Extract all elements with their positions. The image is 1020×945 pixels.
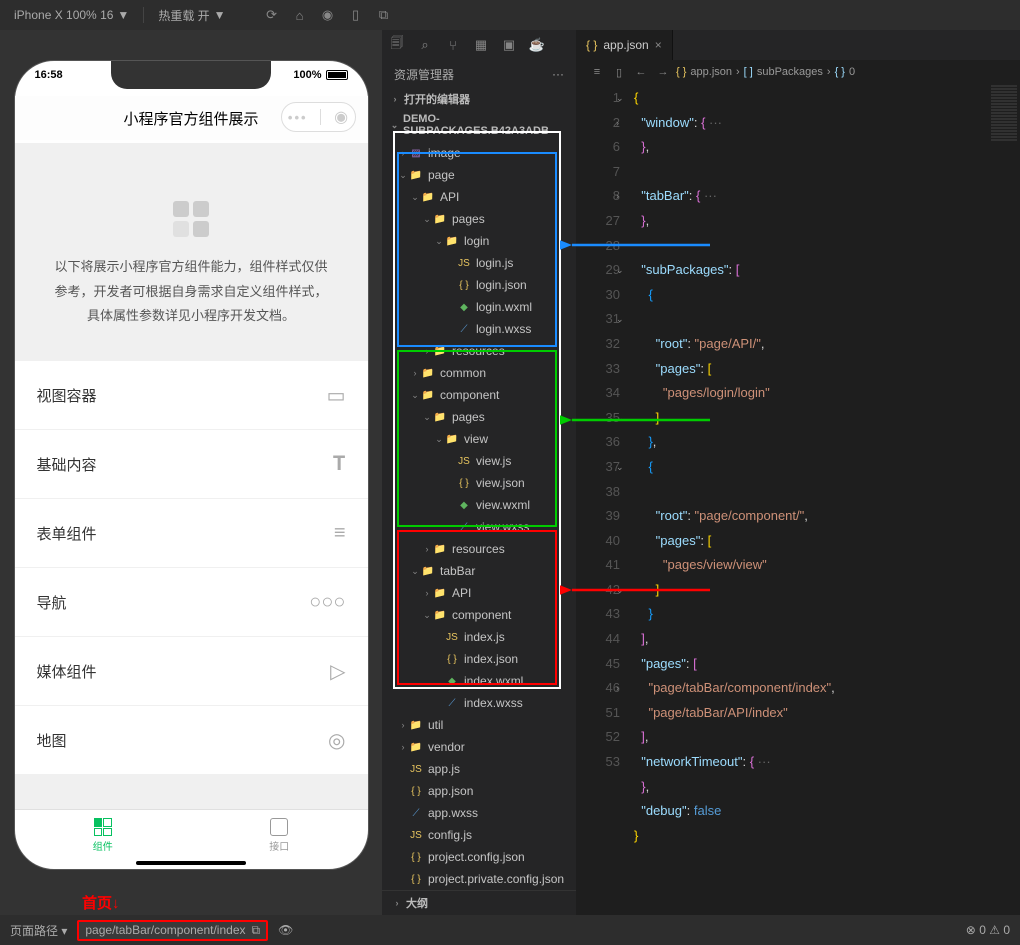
phone-capsule[interactable]: ••• ◉ — [281, 102, 356, 132]
tab-app-json[interactable]: { } app.json × — [576, 30, 673, 60]
tree-item[interactable]: ⟋index.wxss — [382, 692, 576, 714]
eye-icon[interactable]: 👁 — [278, 923, 293, 937]
toc-icon[interactable]: ≡ — [588, 66, 606, 78]
bookmark-icon[interactable]: ▯ — [610, 66, 628, 79]
close-icon[interactable]: × — [655, 38, 662, 52]
editor-pane: { } app.json × ≡ ▯ ← → { }app.json › [ ]… — [576, 30, 1020, 915]
forward-icon[interactable]: → — [654, 66, 672, 78]
tab-api-icon — [270, 818, 288, 836]
back-icon[interactable]: ← — [632, 66, 650, 78]
annotation-blue — [397, 152, 557, 347]
module-icon[interactable]: ▦ — [472, 37, 490, 53]
phone-frame: 16:58 100% 小程序官方组件展示 ••• ◉ 以下将展示小程序官方组件能… — [14, 60, 369, 870]
run-icon[interactable]: ☕ — [528, 37, 546, 53]
capsule-close-icon[interactable]: ◉ — [334, 107, 348, 127]
tab-api[interactable]: 接口 — [191, 810, 368, 861]
list-item[interactable]: 视图容器▭ — [15, 361, 368, 429]
tree-item[interactable]: { }project.config.json — [382, 846, 576, 868]
branch-icon[interactable]: ⑂ — [444, 38, 462, 53]
mute-icon[interactable]: ◉ — [316, 3, 340, 27]
popout-icon[interactable]: ⧉ — [372, 3, 396, 27]
annotation-red — [397, 530, 557, 685]
simulator-pane: 16:58 100% 小程序官方组件展示 ••• ◉ 以下将展示小程序官方组件能… — [0, 30, 382, 915]
page-path-input[interactable]: page/tabBar/component/index ⧉ — [77, 920, 268, 941]
editor-tabbar: { } app.json × — [576, 30, 1020, 60]
phone-tabbar: 组件 接口 — [15, 809, 368, 861]
list-item[interactable]: 地图◎ — [15, 706, 368, 774]
tree-item[interactable]: JSconfig.js — [382, 824, 576, 846]
path-label: 页面路径 ▾ — [10, 922, 67, 939]
tree-item[interactable]: { }app.json — [382, 780, 576, 802]
list-item[interactable]: 导航○○○ — [15, 568, 368, 636]
home-annotation: 首页↓ — [82, 892, 120, 913]
copy-icon[interactable]: ⧉ — [252, 923, 261, 938]
tree-item[interactable]: ⟋app.wxss — [382, 802, 576, 824]
tree-item[interactable]: { }project.private.config.json — [382, 868, 576, 890]
list-item[interactable]: 表单组件≡ — [15, 499, 368, 567]
home-icon[interactable]: ⌂ — [288, 3, 312, 27]
refresh-icon[interactable]: ⟳ — [260, 3, 284, 27]
files-icon[interactable]: 🗐 — [388, 34, 406, 56]
tree-item[interactable]: JSapp.js — [382, 758, 576, 780]
device-select[interactable]: iPhone X 100% 16 ▼ — [8, 8, 135, 22]
tab-component[interactable]: 组件 — [15, 810, 192, 861]
search-icon[interactable]: ⌕ — [416, 37, 434, 53]
tree-item[interactable]: ›📁util — [382, 714, 576, 736]
statusbar: 页面路径 ▾ page/tabBar/component/index ⧉ 👁 ⊗… — [0, 915, 1020, 945]
ext-icon[interactable]: ▣ — [500, 37, 518, 53]
list-item[interactable]: 基础内容𝐓 — [15, 430, 368, 498]
code-editor[interactable]: 1⌄2›678›272829⌄3031⌄32333435⌄3637⌄383940… — [576, 84, 1020, 915]
hot-reload-toggle[interactable]: 热重载 开 ▼ — [152, 7, 231, 24]
intro-icon — [173, 201, 209, 237]
open-editors-section[interactable]: ›打开的编辑器 — [382, 88, 576, 110]
json-file-icon: { } — [586, 38, 597, 52]
top-toolbar: iPhone X 100% 16 ▼ 热重载 开 ▼ ⟳ ⌂ ◉ ▯ ⧉ — [0, 0, 1020, 30]
explorer-header: 资源管理器 ··· — [382, 60, 576, 88]
annotation-green — [397, 350, 557, 527]
home-indicator — [136, 861, 246, 865]
tab-component-icon — [94, 818, 112, 836]
explorer-toolbar: 🗐 ⌕ ⑂ ▦ ▣ ☕ — [382, 30, 576, 60]
breadcrumb[interactable]: ≡ ▯ ← → { }app.json › [ ] subPackages › … — [576, 60, 1020, 84]
minimap[interactable] — [988, 84, 1020, 915]
device-icon[interactable]: ▯ — [344, 3, 368, 27]
more-icon[interactable]: ··· — [552, 67, 564, 81]
phone-statusbar: 16:58 100% — [15, 69, 368, 81]
list-item[interactable]: 媒体组件▷ — [15, 637, 368, 705]
capsule-more-icon[interactable]: ••• — [288, 110, 308, 125]
tree-item[interactable]: ›📁vendor — [382, 736, 576, 758]
outline-section[interactable]: ›大纲 — [382, 890, 576, 915]
intro-text: 以下将展示小程序官方组件能力，组件样式仅供参考，开发者可根据自身需求自定义组件样… — [45, 255, 338, 329]
error-count[interactable]: ⊗ 0 ⚠ 0 — [966, 923, 1010, 937]
